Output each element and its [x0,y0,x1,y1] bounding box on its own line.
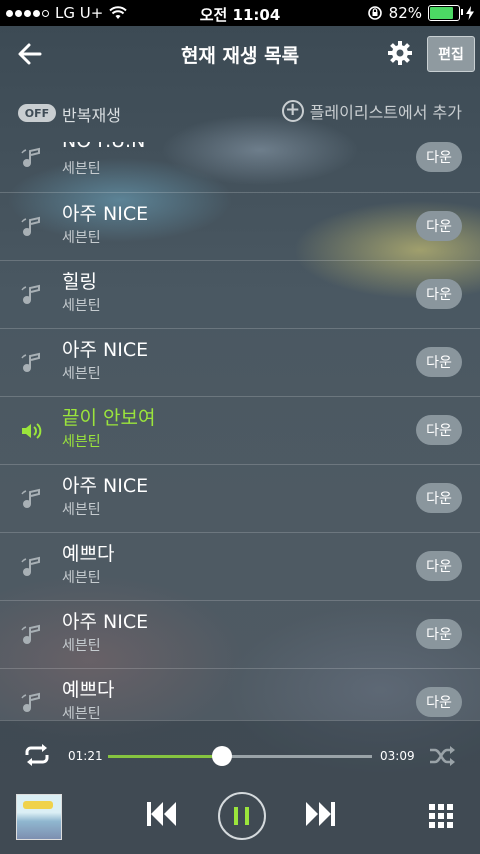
playlist-row[interactable]: 아주 NICE 세븐틴 다운 [0,192,480,261]
player-bar: 01:21 03:09 [0,720,480,854]
progress-played [108,755,222,758]
song-title: 예쁘다 [62,679,115,701]
plus-circle-icon: + [281,100,304,122]
edit-button[interactable]: 편집 [427,36,475,72]
battery-percent: 82% [388,4,422,22]
rotation-lock-icon [367,6,382,20]
pause-button[interactable] [218,792,266,840]
playlist-row[interactable]: 아주 NICE 세븐틴 다운 [0,600,480,669]
song-title: 힐링 [62,271,97,293]
music-note-icon [21,147,40,167]
album-art-thumbnail[interactable] [16,794,62,840]
download-button[interactable]: 다운 [416,619,462,649]
add-from-playlist-button[interactable]: + 플레이리스트에서 추가 [281,99,462,123]
artist-name: 세븐틴 [62,230,101,246]
download-button[interactable]: 다운 [416,415,462,445]
artist-name: 세븐틴 [62,434,101,450]
music-note-icon [21,692,40,712]
music-note-icon [21,216,40,236]
total-time: 03:09 [380,749,415,763]
song-title: 아주 NICE [62,475,149,497]
download-button[interactable]: 다운 [416,142,462,172]
download-button[interactable]: 다운 [416,347,462,377]
music-note-icon [21,352,40,372]
page-title: 현재 재생 목록 [180,44,300,67]
artist-name: 세븐틴 [62,366,101,382]
elapsed-time: 01:21 [68,749,103,763]
playlist-row[interactable]: 아주 NICE 세븐틴 다운 [0,328,480,397]
pause-icon [234,807,238,825]
music-note-icon [21,624,40,644]
speaker-playing-icon [22,423,42,439]
artist-name: 세븐틴 [62,502,101,518]
progress-knob[interactable] [211,746,232,766]
music-note-icon [21,488,40,508]
charging-bolt-icon [466,6,474,20]
header: 현재 재생 목록 편집 [0,26,480,82]
repeat-icon[interactable] [22,742,52,768]
playlist: NO F.U.N세븐틴다운아주 NICE세븐틴다운힐링세븐틴다운아주 NICE세… [0,142,480,720]
download-button[interactable]: 다운 [416,551,462,581]
repeat-toggle[interactable]: OFF [18,104,56,122]
repeat-label[interactable]: 반복재생 [62,102,121,126]
battery-icon [428,5,463,21]
artist-name: 세븐틴 [62,161,101,177]
download-button[interactable]: 다운 [416,483,462,513]
song-title: 아주 NICE [62,611,149,633]
music-note-icon [21,284,40,304]
status-bar: LG U+ 오전 11:04 82% [0,0,480,26]
song-title: NO F.U.N [62,142,145,152]
download-button[interactable]: 다운 [416,211,462,241]
song-title: 예쁘다 [62,543,115,565]
progress-slider[interactable] [108,746,372,766]
artist-name: 세븐틴 [62,570,101,586]
artist-name: 세븐틴 [62,638,101,654]
playlist-row[interactable]: 예쁘다세븐틴 다운 [0,668,480,720]
music-note-icon [21,556,40,576]
previous-track-icon[interactable] [146,800,178,828]
add-from-playlist-label: 플레이리스트에서 추가 [309,103,462,122]
playlist-row[interactable]: 아주 NICE 세븐틴 다운 [0,464,480,533]
playlist-row[interactable]: 끝이 안보여세븐틴 다운 [0,396,480,465]
playlist-row[interactable]: NO F.U.N 세븐틴 다운 [0,142,480,192]
download-button[interactable]: 다운 [416,279,462,309]
playlist-options-bar: OFF 반복재생 + 플레이리스트에서 추가 [0,96,480,128]
shuffle-icon[interactable] [428,744,456,768]
next-track-icon[interactable] [304,800,336,828]
grid-menu-icon[interactable] [428,803,454,829]
song-title: 끝이 안보여 [62,407,156,429]
song-title: 아주 NICE [62,339,149,361]
gear-icon[interactable] [386,39,414,67]
playlist-row[interactable]: 예쁘다세븐틴 다운 [0,532,480,601]
song-title: 아주 NICE [62,203,149,225]
playlist-row[interactable]: 힐링세븐틴 다운 [0,260,480,329]
download-button[interactable]: 다운 [416,687,462,717]
back-arrow-icon[interactable] [14,38,46,70]
artist-name: 세븐틴 [62,706,101,720]
artist-name: 세븐틴 [62,298,101,314]
